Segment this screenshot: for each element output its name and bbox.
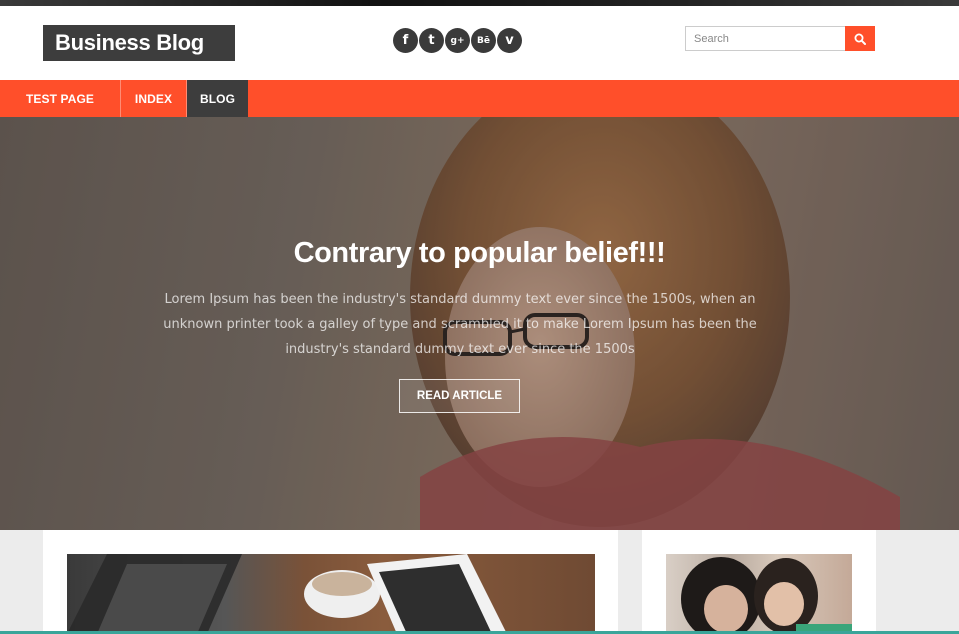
site-logo[interactable]: Business Blog — [43, 25, 235, 61]
read-article-button[interactable]: READ ARTICLE — [399, 379, 520, 413]
main-content-card — [43, 530, 618, 634]
search-icon — [854, 33, 866, 45]
post-thumbnail[interactable] — [67, 554, 595, 634]
sidebar-thumbnail[interactable] — [666, 554, 852, 634]
social-links: f t g+ Bē v — [393, 28, 522, 54]
google-plus-icon[interactable]: g+ — [445, 28, 470, 53]
hero-banner: Contrary to popular belief!!! Lorem Ipsu… — [0, 117, 959, 530]
main-nav: TEST PAGE INDEX BLOG — [0, 80, 959, 117]
nav-item-test-page[interactable]: TEST PAGE — [0, 80, 121, 117]
sidebar-card — [642, 530, 876, 634]
hero-description: Lorem Ipsum has been the industry's stan… — [163, 292, 757, 357]
site-header: Business Blog f t g+ Bē v — [0, 6, 959, 80]
vimeo-icon[interactable]: v — [497, 28, 522, 53]
nav-item-blog[interactable]: BLOG — [187, 80, 248, 117]
nav-item-index[interactable]: INDEX — [121, 80, 187, 117]
hero-title: Contrary to popular belief!!! — [293, 237, 666, 269]
sidebar-thumbnail-image — [681, 557, 852, 634]
twitter-icon[interactable]: t — [419, 28, 444, 53]
search-input[interactable] — [685, 26, 845, 51]
post-thumbnail-image — [67, 554, 507, 634]
facebook-icon[interactable]: f — [393, 28, 418, 53]
search-button[interactable] — [845, 26, 875, 51]
search-form — [685, 26, 875, 51]
behance-icon[interactable]: Bē — [471, 28, 496, 53]
